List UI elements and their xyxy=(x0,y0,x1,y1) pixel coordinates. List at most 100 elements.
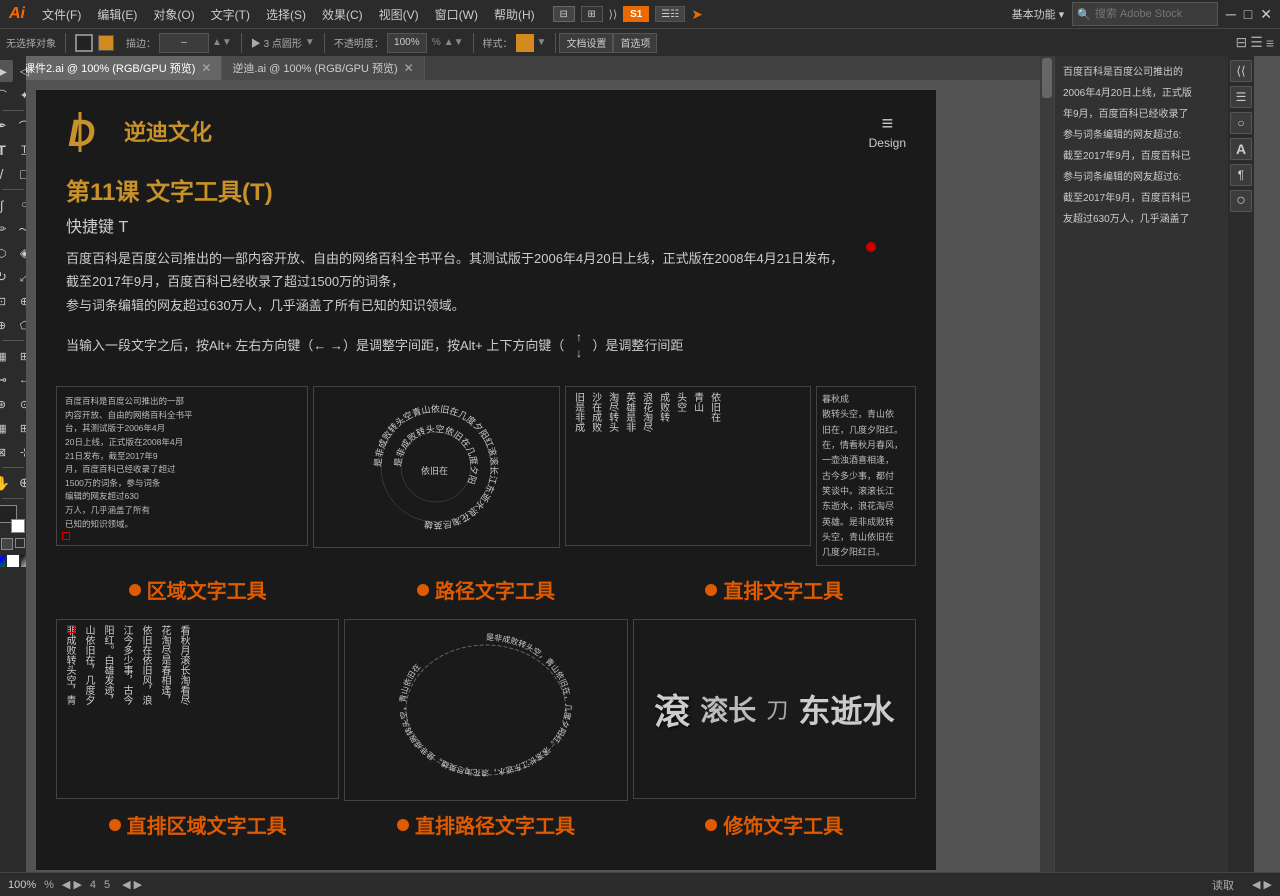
dot5 xyxy=(397,819,409,831)
tools-demo-row-1: 百度百科是百度公司推出的一部 内容开放、自由的网络百科全书平 台，其测试版于20… xyxy=(56,386,916,566)
menu-window[interactable]: 窗口(W) xyxy=(427,0,486,28)
direct-selection-tool[interactable]: ◁ xyxy=(14,60,36,82)
close-button[interactable]: ✕ xyxy=(1260,6,1272,23)
ai-logo-text: Ai xyxy=(9,5,25,23)
collapse-panel-btn[interactable]: ⟨⟨ xyxy=(1230,60,1252,82)
fill-icon[interactable] xyxy=(1,538,13,550)
circular-text-svg: 是非成败转头空青山依旧在几度夕阳红滚滚长江东逝水浪花淘尽英雄 是非成败转头空依旧… xyxy=(361,392,511,542)
shaper-tool[interactable]: ⬡ xyxy=(0,242,13,264)
tool3-label-area: 直排文字工具 xyxy=(633,571,916,614)
pencil-tool[interactable]: ✏ xyxy=(0,218,13,240)
arrange-icon[interactable]: ☰☷ xyxy=(655,6,685,22)
screen-mode-icon[interactable]: ⊟ xyxy=(553,6,575,22)
hand-tool[interactable]: ✋ xyxy=(0,472,13,494)
selection-tool[interactable]: ▶ xyxy=(0,60,13,82)
stroke-fill-icons xyxy=(1,538,25,550)
send-icon[interactable]: ➤ xyxy=(691,6,703,23)
no-selection-label: 无选择对象 xyxy=(6,35,56,50)
shape-builder-tool[interactable]: ⊕ xyxy=(0,314,13,336)
stroke-swatch[interactable] xyxy=(75,34,93,52)
menu-type[interactable]: 文字(T) xyxy=(203,0,258,28)
column-chart-tool[interactable]: ▦ xyxy=(0,417,13,439)
vertical-text-col6: 成败转 xyxy=(656,392,670,540)
paintbrush-tool[interactable]: ∫ xyxy=(0,194,13,216)
fill-swatch[interactable] xyxy=(98,35,114,51)
gradient-tool[interactable]: ▦ xyxy=(0,345,13,367)
menu-help[interactable]: 帮助(H) xyxy=(486,0,543,28)
point-selector[interactable]: ▶ 3 点圆形 xyxy=(251,35,302,50)
panel-option-2[interactable]: ○ xyxy=(1230,112,1252,134)
dot6 xyxy=(705,819,717,831)
tab-2-close[interactable]: ✕ xyxy=(404,61,414,75)
color-mode-icon[interactable] xyxy=(0,555,5,567)
menu-select[interactable]: 选择(S) xyxy=(258,0,314,28)
search-area[interactable]: 🔍 xyxy=(1072,2,1218,26)
tab-1-close[interactable]: ✕ xyxy=(201,61,211,75)
free-transform-tool[interactable]: ⊡ xyxy=(0,290,13,312)
opacity-label: 不透明度： xyxy=(334,35,384,50)
search-input[interactable] xyxy=(1093,4,1213,24)
minimize-button[interactable]: ─ xyxy=(1226,6,1236,22)
style-swatch[interactable] xyxy=(516,34,534,52)
menu-file[interactable]: 文件(F) xyxy=(34,0,89,28)
properties-icon[interactable]: ☰ xyxy=(1250,34,1263,51)
doc-settings-button[interactable]: 文档设置 xyxy=(559,33,613,53)
stroke-input[interactable]: – xyxy=(159,33,209,53)
none-mode-icon[interactable] xyxy=(7,555,19,567)
nav-controls[interactable]: ◀ ▶ xyxy=(62,878,82,891)
extras-icon[interactable]: ⟩⟩ xyxy=(609,8,618,21)
vertical-text-col1: 旧是非成 xyxy=(571,392,585,540)
workspace-label[interactable]: 基本功能 ▾ xyxy=(1012,6,1065,22)
panel-option-5[interactable]: ○ xyxy=(1230,190,1252,212)
type-tool[interactable]: T xyxy=(0,139,13,161)
pen-tool[interactable]: ✒ xyxy=(0,115,13,137)
right-panel-text: 百度百科是百度公司推出的 xyxy=(1063,64,1246,81)
svg-text:↑: ↑ xyxy=(576,330,582,344)
tool4-demo: 非成败转头空，青 山依旧在，几度夕 阳红。白雄发迹， 江今多少事，古今 依旧在依… xyxy=(56,619,339,799)
tool5-label-text: 直排路径文字工具 xyxy=(415,810,575,839)
tab-2[interactable]: 逆迪.ai @ 100% (RGB/GPU 预览) ✕ xyxy=(222,56,424,80)
preferences-button[interactable]: 首选项 xyxy=(613,33,657,53)
tool3-demo: 旧是非成 沙在成败 淘尽转头 英雄是非 浪花淘尽 成败转 头空 青山 依旧在 xyxy=(565,386,811,546)
hamburger-icon: ≡ xyxy=(881,113,893,136)
dot4 xyxy=(109,819,121,831)
panel-option-3[interactable]: A xyxy=(1230,138,1252,160)
tool6-label: 修饰文字工具 xyxy=(633,810,916,839)
style-arrow: ▼ xyxy=(537,37,547,48)
left-toolbar: ▶ ◁ ⌒ ✦ ✒ ⌒ T T̲ / □ ∫ ○ ✏ 〜 ⬡ ◈ ↻ ⤢ ⊡ ⊕… xyxy=(0,56,26,872)
menu-effect[interactable]: 效果(C) xyxy=(314,0,371,28)
spacing-text: 当输入一段文字之后，按Alt+ 左右方向键（← →）是调整字间距，按Alt+ 上… xyxy=(66,335,564,354)
menu-view[interactable]: 视图(V) xyxy=(371,0,427,28)
page-nav-arrows[interactable]: ◀ ▶ xyxy=(122,878,142,891)
opacity-input[interactable] xyxy=(387,33,427,53)
rotate-tool[interactable]: ↻ xyxy=(0,266,13,288)
panel-option-4[interactable]: ¶ xyxy=(1230,164,1252,186)
header-right: ≡ Design xyxy=(869,113,906,150)
ellipse-path-text-svg: 是非成败转头空，青山依旧在，几度夕阳红。滚滚长江东逝水，浪花淘尽英雄。是非成败转… xyxy=(386,625,586,795)
tool3-label: 直排文字工具 xyxy=(633,575,916,604)
color-swatches[interactable] xyxy=(0,505,27,533)
panel-option-1[interactable]: ☰ xyxy=(1230,86,1252,108)
eyedropper-tool[interactable]: ⊸ xyxy=(0,369,13,391)
stroke-icon[interactable] xyxy=(15,538,25,548)
status-nav-2[interactable]: ◀ ▶ xyxy=(1252,878,1272,891)
slice-tool[interactable]: ⊠ xyxy=(0,441,13,463)
tool1-label-text: 区域文字工具 xyxy=(147,575,267,604)
menu-edit[interactable]: 编辑(E) xyxy=(89,0,145,28)
grid-icon[interactable]: ⊞ xyxy=(581,6,603,22)
menu-icon-2[interactable]: ≡ xyxy=(1266,35,1274,51)
line-tool[interactable]: / xyxy=(0,163,13,185)
lesson-title: 第11课 文字工具(T) xyxy=(66,172,906,207)
scrollbar-thumb[interactable] xyxy=(1042,58,1052,98)
canvas-area[interactable]: D 逆迪文化 ≡ Design 第11课 文字工具(T) 快捷键 T 百度百科是… xyxy=(26,80,1054,872)
arrange-icon-2[interactable]: ⊟ xyxy=(1236,34,1248,51)
lasso-tool[interactable]: ⌒ xyxy=(0,84,13,106)
vertical-scrollbar[interactable] xyxy=(1040,56,1054,872)
blend-tool[interactable]: ⊛ xyxy=(0,393,13,415)
logo-text: 逆迪文化 xyxy=(124,115,212,147)
tool2-label: 路径文字工具 xyxy=(344,575,627,604)
dot3 xyxy=(705,584,717,596)
maximize-button[interactable]: □ xyxy=(1244,6,1252,22)
menu-object[interactable]: 对象(O) xyxy=(145,0,202,28)
style-label: 样式： xyxy=(483,35,513,50)
